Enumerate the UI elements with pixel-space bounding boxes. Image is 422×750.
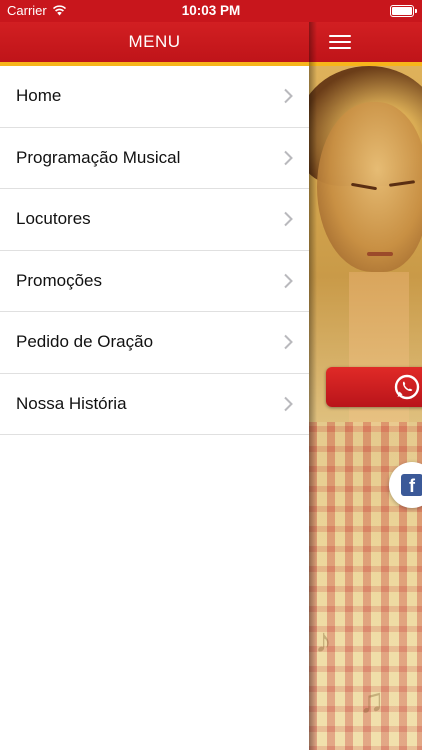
music-note-decoration: ♫ (359, 682, 385, 720)
whatsapp-icon (394, 374, 420, 400)
background-photo-neck (349, 272, 409, 432)
music-note-decoration: ♪ (315, 622, 332, 660)
menu-drawer-shadow (309, 22, 317, 750)
background-photo-mouth (367, 252, 393, 256)
chevron-right-icon (284, 396, 293, 411)
menu-item-nossa-historia[interactable]: Nossa História (0, 374, 309, 435)
menu-item-label: Locutores (16, 209, 91, 229)
menu-item-label: Nossa História (16, 393, 127, 413)
menu-item-promocoes[interactable]: Promoções (0, 251, 309, 312)
menu-item-locutores[interactable]: Locutores (0, 189, 309, 251)
hamburger-menu-icon[interactable] (329, 34, 351, 50)
chevron-right-icon (284, 89, 293, 104)
menu-item-label: Promoções (16, 270, 102, 290)
content-header (309, 22, 422, 62)
menu-header-stripe (0, 62, 309, 66)
chevron-right-icon (284, 212, 293, 227)
clock-time: 10:03 PM (181, 3, 241, 18)
menu-item-home[interactable]: Home (0, 66, 309, 128)
menu-item-label: Home (16, 86, 62, 106)
chevron-right-icon (284, 150, 293, 165)
menu-title: MENU (128, 32, 181, 51)
facebook-icon: f (401, 474, 422, 496)
whatsapp-button[interactable] (326, 367, 422, 407)
chevron-right-icon (284, 335, 293, 350)
menu-item-pedido-de-oracao[interactable]: Pedido de Oração (0, 312, 309, 374)
main-content-peek[interactable]: ♪ ♫ f (309, 22, 422, 750)
chevron-right-icon (284, 273, 293, 288)
menu-item-label: Pedido de Oração (16, 332, 154, 352)
menu-list: Home Programação Musical Locutores Promo… (0, 66, 309, 435)
menu-item-programacao-musical[interactable]: Programação Musical (0, 128, 309, 189)
menu-header: MENU (0, 22, 309, 62)
status-bar: Carrier 10:03 PM (0, 0, 422, 22)
battery-icon (390, 5, 417, 17)
menu-item-label: Programação Musical (16, 147, 181, 167)
